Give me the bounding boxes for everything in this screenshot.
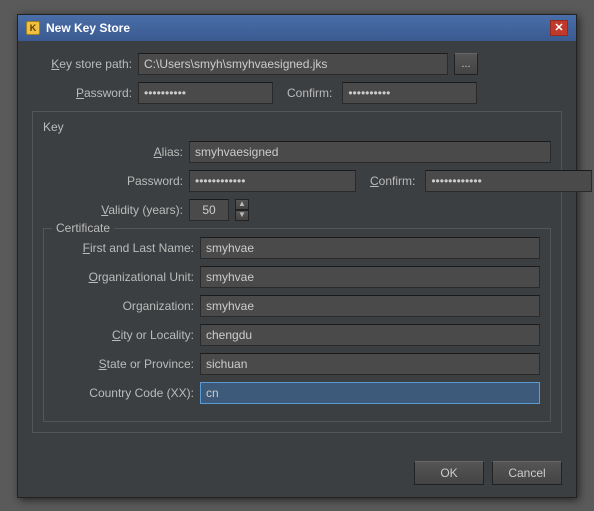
city-row: City or Locality: bbox=[54, 324, 540, 346]
organization-input[interactable] bbox=[200, 295, 540, 317]
validity-label: Validity (years): bbox=[43, 203, 183, 217]
certificate-section: Certificate First and Last Name: Organiz… bbox=[43, 228, 551, 422]
org-unit-input[interactable] bbox=[200, 266, 540, 288]
first-last-name-label: First and Last Name: bbox=[54, 241, 194, 255]
title-bar: K New Key Store ✕ bbox=[18, 15, 576, 41]
main-content: Key store path: ... Password: Confirm: K… bbox=[18, 41, 576, 453]
organization-label: Organization: bbox=[54, 299, 194, 313]
key-confirm-label: Confirm: bbox=[370, 174, 415, 188]
top-password-input[interactable] bbox=[138, 82, 273, 104]
first-last-name-row: First and Last Name: bbox=[54, 237, 540, 259]
key-password-label: Password: bbox=[43, 174, 183, 188]
window-title: New Key Store bbox=[46, 21, 130, 35]
top-confirm-label: Confirm: bbox=[287, 86, 332, 100]
browse-button[interactable]: ... bbox=[454, 53, 478, 75]
city-label: City or Locality: bbox=[54, 328, 194, 342]
validity-input[interactable] bbox=[189, 199, 229, 221]
top-password-row: Password: Confirm: bbox=[32, 82, 562, 104]
country-label: Country Code (XX): bbox=[54, 386, 194, 400]
close-button[interactable]: ✕ bbox=[550, 20, 568, 36]
first-last-name-input[interactable] bbox=[200, 237, 540, 259]
key-section: Key Alias: Password: Confirm: Validity (… bbox=[32, 111, 562, 433]
key-confirm-input[interactable] bbox=[425, 170, 592, 192]
key-password-input[interactable] bbox=[189, 170, 356, 192]
key-store-path-row: Key store path: ... bbox=[32, 53, 562, 75]
window-icon: K bbox=[26, 21, 40, 35]
country-row: Country Code (XX): bbox=[54, 382, 540, 404]
alias-label: Alias: bbox=[43, 145, 183, 159]
footer: OK Cancel bbox=[18, 453, 576, 497]
org-unit-label: Organizational Unit: bbox=[54, 270, 194, 284]
ok-button[interactable]: OK bbox=[414, 461, 484, 485]
country-input[interactable] bbox=[200, 382, 540, 404]
validity-spinner: ▲ ▼ bbox=[235, 199, 249, 221]
alias-row: Alias: bbox=[43, 141, 551, 163]
key-store-path-input[interactable] bbox=[138, 53, 448, 75]
key-password-row: Password: Confirm: bbox=[43, 170, 551, 192]
city-input[interactable] bbox=[200, 324, 540, 346]
top-password-label: Password: bbox=[32, 86, 132, 100]
alias-input[interactable] bbox=[189, 141, 551, 163]
title-bar-left: K New Key Store bbox=[26, 21, 130, 35]
key-store-path-label: Key store path: bbox=[32, 57, 132, 71]
top-confirm-input[interactable] bbox=[342, 82, 477, 104]
validity-row: Validity (years): ▲ ▼ bbox=[43, 199, 551, 221]
validity-spin-down[interactable]: ▼ bbox=[235, 210, 249, 221]
key-section-title: Key bbox=[43, 120, 551, 134]
organization-row: Organization: bbox=[54, 295, 540, 317]
org-unit-row: Organizational Unit: bbox=[54, 266, 540, 288]
certificate-legend: Certificate bbox=[52, 221, 114, 235]
new-key-store-dialog: K New Key Store ✕ Key store path: ... Pa… bbox=[17, 14, 577, 498]
cancel-button[interactable]: Cancel bbox=[492, 461, 562, 485]
state-input[interactable] bbox=[200, 353, 540, 375]
validity-spin-up[interactable]: ▲ bbox=[235, 199, 249, 210]
state-label: State or Province: bbox=[54, 357, 194, 371]
state-row: State or Province: bbox=[54, 353, 540, 375]
